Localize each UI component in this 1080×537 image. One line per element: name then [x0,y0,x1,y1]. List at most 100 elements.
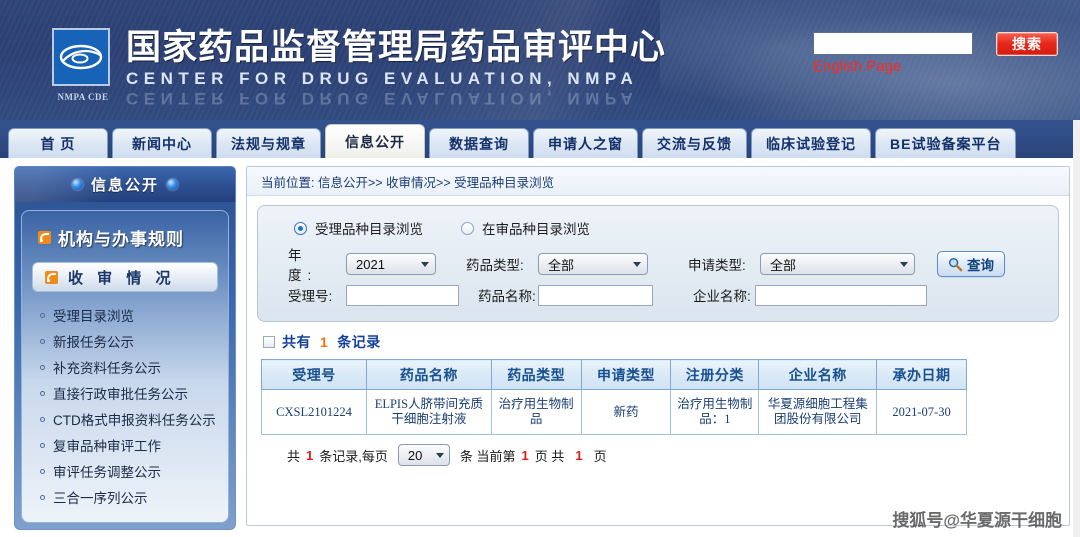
cell-apply-type: 新药 [580,389,672,435]
cell-register-class: 治疗用生物制品：1 [670,389,760,435]
page-size-value: 20 [407,447,423,463]
cell-date: 2021-07-30 [876,389,967,435]
nav-tab-applicant-window[interactable]: 申请人之窗 [533,128,638,158]
query-button[interactable]: 查询 [937,251,1005,277]
page-root: 国家药品监督管理局药品审评中心 CENTER FOR DRUG EVALUATI… [0,0,1080,537]
apply-type-select[interactable]: 全部 [760,253,915,275]
content-card: 当前位置: 信息公开>> 收审情况>> 受理品种目录浏览 受理品种目录浏览 在审… [246,166,1070,526]
sidebar-panel-inner: 机构与办事规则 收 审 情 况 受理目录浏览 新报任务公示 补充资料任务公示 直… [21,210,229,523]
accept-no-input[interactable] [346,284,459,306]
nav-tab-data-query[interactable]: 数据查询 [429,128,529,158]
radio-label: 受理品种目录浏览 [315,222,423,237]
sidebar-item-reexamination-work[interactable]: 复审品种审评工作 [40,432,220,458]
cde-eye-logo-icon [52,28,110,86]
nav-tab-home[interactable]: 首 页 [8,128,108,158]
sidebar-item-acceptance-review[interactable]: 收 审 情 况 [32,262,218,292]
filter-panel: 受理品种目录浏览 在审品种目录浏览 年 度: 2021 药品类型: 全部 申请类… [257,205,1059,322]
pager-text-1: 共 [287,448,301,464]
year-select-value: 2021 [356,256,385,272]
nav-tab-news[interactable]: 新闻中心 [112,128,212,158]
site-title-en-reflection: CENTER FOR DRUG EVALUATION, NMPA [126,90,639,108]
sidebar-link-list: 受理目录浏览 新报任务公示 补充资料任务公示 直接行政审批任务公示 CTD格式申… [30,300,220,510]
sidebar-item-accept-catalog[interactable]: 受理目录浏览 [40,302,220,328]
sidebar-item-new-report-tasks[interactable]: 新报任务公示 [40,328,220,354]
radio-accepted-catalog[interactable]: 受理品种目录浏览 [294,218,423,238]
nav-tab-regulations[interactable]: 法规与规章 [216,128,321,158]
label-drug-type: 药品类型: [466,258,524,273]
sidebar-item-direct-approval-tasks[interactable]: 直接行政审批任务公示 [40,380,220,406]
record-summary-prefix: 共有 [282,334,311,350]
sidebar-item-label: 补充资料任务公示 [53,361,161,376]
col-company: 企业名称 [758,359,878,390]
col-accept-no: 受理号 [261,359,367,390]
sidebar: 信息公开 机构与办事规则 收 审 情 况 受理目录浏览 新报任务公示 补充资料任… [14,158,236,537]
sidebar-item-label: 审评任务调整公示 [53,465,161,480]
pager-text-5: 页 [593,448,607,464]
col-register-class: 注册分类 [670,359,760,390]
page-scrollbar[interactable] [1073,120,1080,537]
record-marker-icon [263,336,275,348]
sidebar-item-label: 直接行政审批任务公示 [53,387,188,402]
sidebar-item-ctd-tasks[interactable]: CTD格式申报资料任务公示 [40,406,220,432]
record-summary: 共有 1 条记录 [247,322,1069,357]
catalog-mode-radio-group: 受理品种目录浏览 在审品种目录浏览 [270,216,1046,248]
company-name-input[interactable] [755,284,927,306]
pagination-bar: 共 1 条记录,每页 20 条 当前第 1 页 共 1 页 [247,435,1069,466]
col-drug-name: 药品名称 [365,359,492,390]
chevron-down-icon [435,452,444,458]
radio-under-review-catalog[interactable]: 在审品种目录浏览 [461,218,590,238]
drug-name-input[interactable] [538,284,653,306]
label-accept-no: 受理号: [288,289,333,304]
english-page-link[interactable]: English Page [813,58,901,75]
apply-type-select-value: 全部 [770,257,797,273]
site-title-cn: 国家药品监督管理局药品审评中心 [126,28,667,67]
radio-icon[interactable] [461,221,474,235]
drug-type-select[interactable]: 全部 [538,253,648,275]
filter-row-1: 年 度: 2021 药品类型: 全部 申请类型: 全部 查询 [270,248,1046,283]
radio-label: 在审品种目录浏览 [482,222,590,237]
nav-tab-feedback[interactable]: 交流与反馈 [642,128,747,158]
nav-tab-info-disclosure[interactable]: 信息公开 [325,124,425,158]
sidebar-item-label: 复审品种审评工作 [53,439,161,454]
pager-text-2: 条记录,每页 [319,448,388,464]
chevron-down-icon [900,261,908,267]
cell-accept-no: CXSL2101224 [261,389,367,435]
record-count: 1 [320,334,329,350]
sidebar-panel: 机构与办事规则 收 审 情 况 受理目录浏览 新报任务公示 补充资料任务公示 直… [14,202,236,530]
logo-caption: NMPA CDE [57,92,109,102]
sidebar-current-label: 收 审 情 况 [68,269,176,287]
nav-tab-be-filing-platform[interactable]: BE试验备案平台 [875,128,1017,158]
sidebar-item-label: 新报任务公示 [53,335,134,350]
page-size-select[interactable]: 20 [397,444,450,466]
page-body: 信息公开 机构与办事规则 收 审 情 况 受理目录浏览 新报任务公示 补充资料任… [0,158,1080,537]
cell-company: 华夏源细胞工程集团股份有限公司 [758,389,878,435]
left-rail [0,158,14,537]
sidebar-item-label: 受理目录浏览 [53,309,134,324]
pager-total-records: 1 [306,447,314,463]
radio-icon-selected[interactable] [294,221,307,235]
site-logo[interactable]: 国家药品监督管理局药品审评中心 CENTER FOR DRUG EVALUATI… [52,28,666,108]
main-content: 当前位置: 信息公开>> 收审情况>> 受理品种目录浏览 受理品种目录浏览 在审… [236,158,1080,537]
sidebar-section-org-rules[interactable]: 机构与办事规则 [30,221,220,260]
search-button[interactable]: 搜索 [996,32,1058,56]
pager-total-pages: 1 [575,447,583,463]
cell-drug-name: ELPIS人脐带间充质干细胞注射液 [365,389,492,435]
pager-current-page: 1 [521,447,529,463]
sphere-icon-left [71,179,83,190]
table-row[interactable]: CXSL2101224 ELPIS人脐带间充质干细胞注射液 治疗用生物制品 新药… [261,389,967,435]
cell-drug-type: 治疗用生物制品 [490,389,582,435]
site-header: 国家药品监督管理局药品审评中心 CENTER FOR DRUG EVALUATI… [0,0,1080,120]
search-input[interactable] [813,32,973,55]
query-button-label: 查询 [967,258,994,273]
label-drug-name: 药品名称: [478,289,536,304]
sidebar-item-supplementary-tasks[interactable]: 补充资料任务公示 [40,354,220,380]
pager-text-4: 页 共 [534,448,565,464]
rss-icon-active [45,270,58,284]
year-select[interactable]: 2021 [346,253,436,275]
sidebar-item-task-adjustment[interactable]: 审评任务调整公示 [40,458,220,484]
bullet-icon [40,390,45,396]
sidebar-item-three-in-one-sequence[interactable]: 三合一序列公示 [40,484,220,510]
nav-tab-clinical-trial-registry[interactable]: 临床试验登记 [751,128,871,158]
breadcrumb: 当前位置: 信息公开>> 收审情况>> 受理品种目录浏览 [247,167,1069,196]
drug-type-select-value: 全部 [548,257,575,273]
